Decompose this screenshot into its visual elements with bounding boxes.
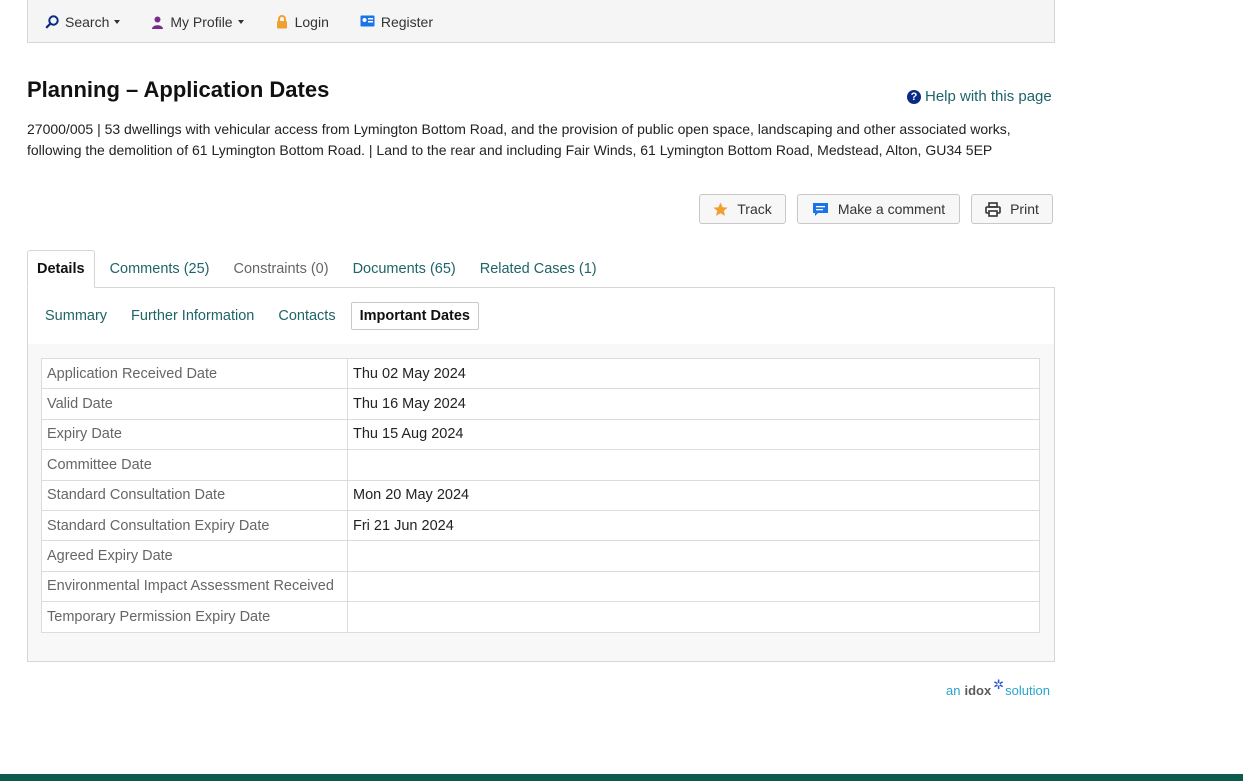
date-label: Expiry Date [41,418,348,451]
subtab-important-dates[interactable]: Important Dates [350,302,479,330]
date-value [347,449,1040,481]
help-link-label: Help with this page [925,88,1052,105]
table-row: Environmental Impact Assessment Received [41,570,1040,603]
table-row: Committee Date [41,449,1040,481]
nav-login-label: Login [294,14,329,30]
idox-star-icon: ✲ [993,677,1005,692]
date-value: Thu 15 Aug 2024 [347,418,1040,451]
track-button[interactable]: Track [699,194,786,224]
main-tabs: Details Comments (25) Constraints (0) Do… [27,250,612,288]
lock-icon [276,15,287,29]
nav-my-profile[interactable]: My Profile [151,12,244,30]
date-label: Agreed Expiry Date [41,540,348,572]
date-label: Standard Consultation Expiry Date [41,509,348,542]
subtab-contacts[interactable]: Contacts [278,308,335,324]
tab-comments[interactable]: Comments (25) [101,250,219,288]
caret-down-icon [237,20,244,24]
tab-related-cases[interactable]: Related Cases (1) [471,250,606,288]
important-dates-table: Application Received Date Thu 02 May 2024… [41,357,1040,633]
print-button[interactable]: Print [971,194,1053,224]
nav-login[interactable]: Login [275,12,329,30]
table-row: Expiry Date Thu 15 Aug 2024 [41,418,1040,451]
tab-documents[interactable]: Documents (65) [344,250,465,288]
application-description: 27000/005 | 53 dwellings with vehicular … [27,121,1011,158]
page-title-subtitle: – Application Dates [119,77,330,102]
register-card-icon [360,15,375,27]
date-label: Valid Date [41,388,348,420]
comment-icon [812,202,828,216]
table-row: Application Received Date Thu 02 May 2024 [41,357,1040,390]
date-label: Environmental Impact Assessment Received [41,570,348,603]
idox-prefix: an [946,683,961,698]
nav-profile-label: My Profile [170,14,233,30]
table-row: Standard Consultation Date Mon 20 May 202… [41,479,1040,511]
subtab-further-information[interactable]: Further Information [131,308,254,324]
tab-constraints[interactable]: Constraints (0) [224,250,337,288]
make-comment-label: Make a comment [837,201,946,217]
footer-bar [0,774,1243,781]
date-value: Thu 16 May 2024 [347,388,1040,420]
date-label: Committee Date [41,449,348,481]
date-value [347,570,1040,603]
table-row: Valid Date Thu 16 May 2024 [41,388,1040,420]
idox-suffix: solution [1005,683,1050,698]
subtab-summary[interactable]: Summary [45,308,107,324]
top-navbar: Search My Profile Login Register [27,0,1055,43]
nav-search-label: Search [65,14,110,30]
date-value [347,601,1040,633]
search-icon [45,15,59,29]
table-row: Temporary Permission Expiry Date [41,601,1040,633]
track-button-label: Track [737,201,772,217]
date-value: Thu 02 May 2024 [347,357,1040,390]
details-subnav: Summary Further Information Contacts Imp… [27,287,1055,345]
question-icon: ? [907,89,921,104]
table-row: Standard Consultation Expiry Date Fri 21 … [41,509,1040,542]
idox-logo[interactable]: an idox ✲ solution [946,677,1050,699]
date-value: Fri 21 Jun 2024 [347,509,1040,542]
nav-search[interactable]: Search [45,12,121,30]
star-icon [713,202,728,216]
date-label: Application Received Date [41,357,348,390]
date-value: Mon 20 May 2024 [347,479,1040,511]
date-label: Temporary Permission Expiry Date [41,601,348,633]
user-icon [152,16,164,29]
nav-register-label: Register [380,14,433,30]
page-title-section: Planning [27,77,120,102]
page-title: Planning – Application Dates [27,77,329,103]
printer-icon [985,201,1001,217]
table-row: Agreed Expiry Date [41,540,1040,572]
caret-down-icon [114,20,121,24]
help-link[interactable]: ? Help with this page [907,88,1052,105]
idox-brand: idox [964,683,992,698]
make-comment-button[interactable]: Make a comment [797,194,960,224]
tab-details[interactable]: Details [27,250,95,288]
date-value [347,540,1040,572]
nav-register[interactable]: Register [360,12,433,30]
print-button-label: Print [1010,201,1039,217]
date-label: Standard Consultation Date [41,479,348,511]
